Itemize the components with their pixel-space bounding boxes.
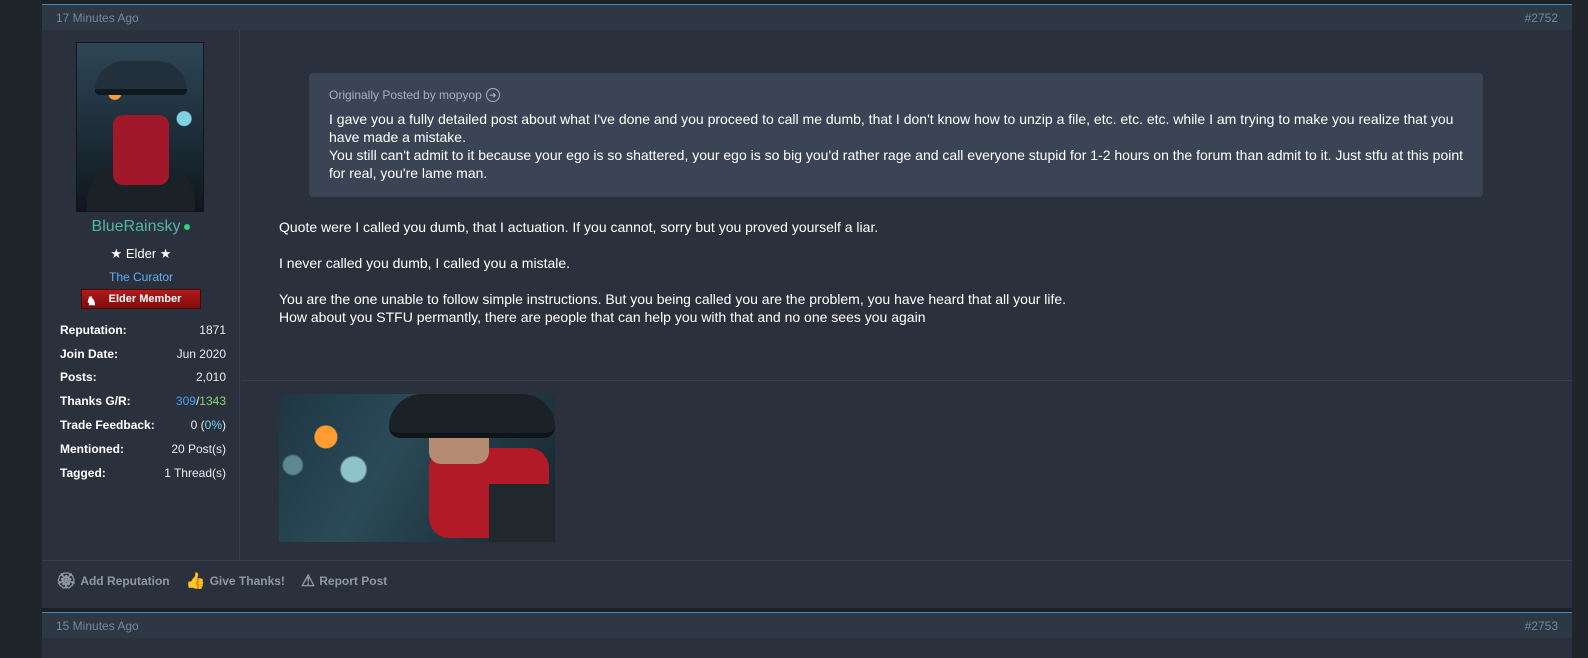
- warning-icon: ⚠: [300, 573, 316, 590]
- right-gutter: [1572, 0, 1588, 658]
- quote-header: Originally Posted by mopyop ➜: [329, 88, 1463, 102]
- thanks-given-link[interactable]: 309: [176, 394, 196, 408]
- feedback-count: 0 (: [190, 418, 205, 433]
- add-reputation-label: Add Reputation: [80, 574, 170, 588]
- user-group: The Curator: [108, 270, 174, 284]
- stat-thanks: Thanks G/R: 309/1343: [60, 389, 226, 413]
- post-actions: 🏵 Add Reputation 👍 Give Thanks! ⚠ Report Po…: [56, 571, 387, 591]
- stat-label: Reputation:: [60, 322, 127, 337]
- user-rank-badge: ♞ Elder Member: [81, 289, 201, 309]
- badge-icon: ♞: [86, 294, 97, 308]
- thumbs-up-icon: 👍: [185, 573, 206, 590]
- stat-label: Trade Feedback:: [60, 418, 155, 433]
- stat-posts: Posts: 2,010: [60, 366, 226, 390]
- post-timestamp: 15 Minutes Ago: [56, 618, 139, 633]
- add-reputation-button[interactable]: 🏵 Add Reputation: [56, 571, 170, 591]
- forum-post: 15 Minutes Ago #2753: [42, 612, 1572, 658]
- signature-image: [279, 394, 555, 542]
- mentioned-link[interactable]: 20 Post(s): [171, 442, 226, 456]
- post-number-link[interactable]: #2753: [1525, 619, 1558, 633]
- post-content: Originally Posted by mopyop ➜ I gave you …: [241, 30, 1572, 560]
- report-post-label: Report Post: [319, 574, 388, 588]
- stat-label: Posts:: [60, 370, 97, 385]
- quote-line: You still can't admit to it because your…: [329, 147, 1464, 181]
- quote-block: Originally Posted by mopyop ➜ I gave you …: [309, 73, 1483, 197]
- stat-label: Join Date:: [60, 346, 119, 361]
- stat-value: 1871: [199, 322, 226, 337]
- message-paragraph: I never called you dumb, I called you a …: [279, 255, 571, 271]
- tagged-link[interactable]: 1 Thread(s): [164, 466, 226, 480]
- quote-text: I gave you a fully detailed post about w…: [329, 110, 1463, 182]
- avatar[interactable]: [76, 42, 204, 212]
- user-stats: Reputation: 1871 Join Date: Jun 2020 Posts…: [60, 318, 226, 485]
- stat-value: 2,010: [195, 370, 226, 385]
- user-title: ★ Elder ★: [110, 246, 172, 261]
- footer-divider: [42, 560, 1572, 561]
- message-paragraph: Quote were I called you dumb, that I act…: [279, 219, 879, 235]
- online-status-icon: [184, 223, 191, 230]
- stat-mentioned: Mentioned: 20 Post(s): [60, 437, 226, 461]
- forum-post: 17 Minutes Ago #2752 BlueRainsky ★ Elder…: [42, 4, 1572, 608]
- username[interactable]: BlueRainsky: [92, 218, 181, 235]
- post-header: 17 Minutes Ago #2752: [42, 4, 1572, 30]
- username-link[interactable]: BlueRainsky: [42, 218, 240, 236]
- give-thanks-button[interactable]: 👍 Give Thanks!: [186, 571, 285, 591]
- post-timestamp: 17 Minutes Ago: [56, 10, 139, 25]
- post-header: 15 Minutes Ago #2753: [42, 612, 1572, 638]
- user-rank-badge-label: Elder Member: [108, 293, 182, 305]
- view-post-arrow-icon[interactable]: ➜: [485, 88, 500, 102]
- give-thanks-label: Give Thanks!: [209, 574, 285, 588]
- report-post-button[interactable]: ⚠ Report Post: [301, 571, 387, 591]
- stat-join-date: Join Date: Jun 2020: [60, 342, 226, 366]
- signature-divider: [241, 380, 1572, 381]
- quote-author: Originally Posted by mopyop: [329, 88, 482, 102]
- left-gutter: [0, 0, 42, 658]
- stat-label: Tagged:: [60, 465, 106, 480]
- message-line: You are the one unable to follow simple …: [279, 291, 1067, 307]
- post-message: Quote were I called you dumb, that I act…: [279, 218, 1479, 326]
- message-line: How about you STFU permantly, there are …: [279, 309, 926, 325]
- stat-reputation: Reputation: 1871: [60, 318, 226, 342]
- award-icon: 🏵: [56, 573, 77, 590]
- user-info-panel: BlueRainsky ★ Elder ★ The Curator ♞ Elder…: [42, 30, 240, 560]
- thanks-received-link[interactable]: 1343: [199, 394, 226, 408]
- feedback-percent-link[interactable]: 0%: [205, 418, 222, 432]
- stat-label: Thanks G/R:: [60, 394, 131, 409]
- quote-line: I gave you a fully detailed post about w…: [329, 111, 1454, 145]
- stat-label: Mentioned:: [60, 441, 124, 456]
- feedback-close: ): [222, 418, 226, 433]
- stat-trade-feedback: Trade Feedback: 0 (0%): [60, 413, 226, 437]
- stat-tagged: Tagged: 1 Thread(s): [60, 461, 226, 485]
- stat-value: Jun 2020: [176, 346, 226, 361]
- post-number-link[interactable]: #2752: [1525, 11, 1558, 25]
